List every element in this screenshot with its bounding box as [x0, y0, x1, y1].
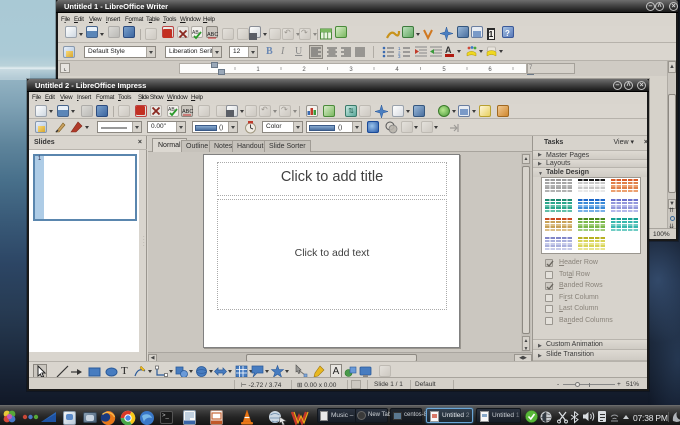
svg-text:ABC: ABC: [182, 109, 193, 115]
svg-text:2: 2: [302, 67, 306, 73]
svg-text:6: 6: [488, 67, 492, 73]
svg-text:5: 5: [442, 67, 446, 73]
svg-text:3: 3: [349, 67, 353, 73]
svg-text:1: 1: [256, 67, 260, 73]
svg-text:4: 4: [395, 67, 399, 73]
svg-text:ABC: ABC: [207, 32, 218, 38]
svg-text:3: 3: [398, 54, 401, 59]
